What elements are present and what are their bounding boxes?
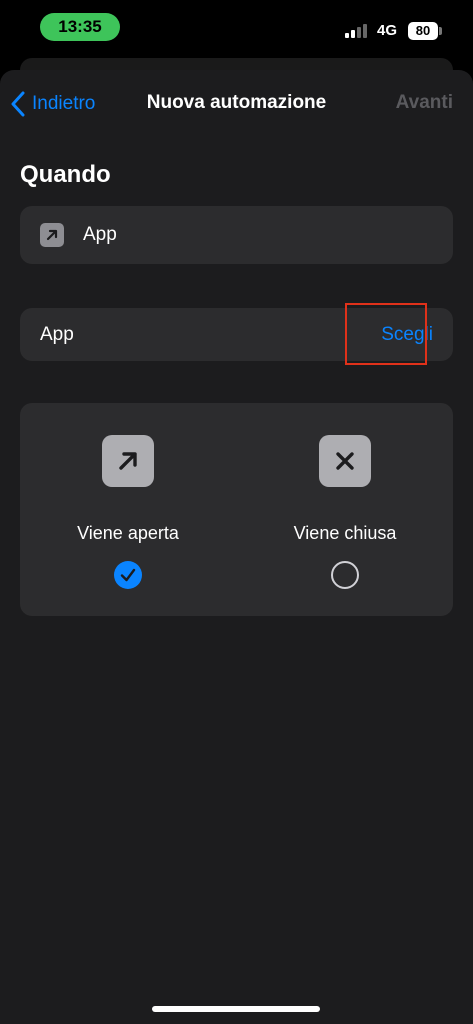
battery-tip — [439, 27, 442, 35]
option-closed-label: Viene chiusa — [293, 523, 397, 543]
home-indicator[interactable] — [152, 1006, 320, 1012]
trigger-label: App — [83, 224, 117, 245]
section-title: Quando — [20, 161, 111, 188]
battery-icon: 80 — [408, 22, 438, 40]
arrow-up-right-icon — [102, 435, 154, 487]
option-closed[interactable]: Viene chiusa — [237, 403, 453, 616]
arrow-up-right-icon — [40, 223, 64, 247]
network-type: 4G — [377, 22, 398, 39]
status-time: 13:35 — [40, 13, 120, 41]
close-icon — [319, 435, 371, 487]
option-opened-label: Viene aperta — [77, 523, 179, 543]
option-opened[interactable]: Viene aperta — [20, 403, 236, 616]
trigger-row: App — [20, 206, 453, 264]
automation-sheet: Indietro Nuova automazione Avanti Quando… — [0, 70, 473, 1024]
radio-checked[interactable] — [114, 561, 142, 589]
signal-icon — [345, 24, 369, 38]
choose-button[interactable]: Scegli — [381, 324, 433, 346]
event-options: Viene aperta Viene chiusa — [20, 403, 453, 616]
radio-unchecked[interactable] — [331, 561, 359, 589]
app-selector-label: App — [40, 324, 74, 345]
navigation-bar: Indietro Nuova automazione Avanti — [0, 70, 473, 136]
next-button[interactable]: Avanti — [396, 92, 453, 114]
app-selector-row: App Scegli — [20, 308, 453, 361]
checkmark-icon — [120, 568, 136, 582]
status-bar: 13:35 4G 80 — [0, 0, 473, 58]
